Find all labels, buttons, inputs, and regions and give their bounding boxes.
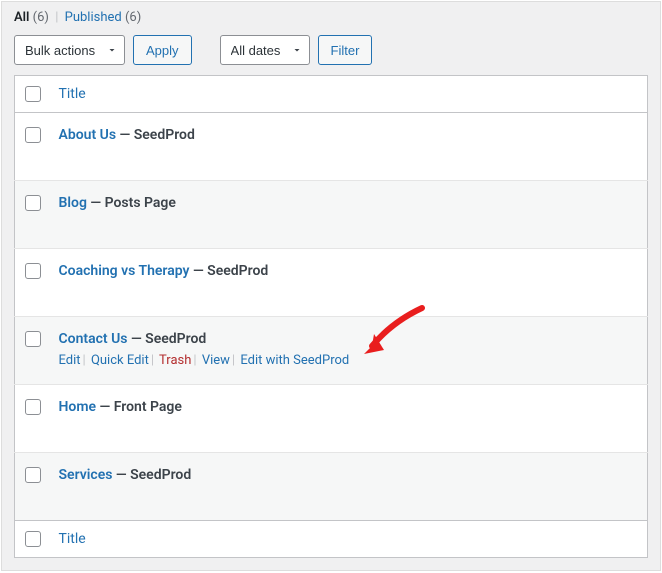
edit-with-seedprod-link[interactable]: Edit with SeedProd: [240, 353, 349, 368]
filter-published-label: Published: [65, 10, 122, 25]
pages-table: Title About Us — SeedProd Blog — Posts P…: [14, 75, 648, 558]
filter-all-label: All: [14, 10, 29, 25]
page-title-link[interactable]: About Us: [59, 127, 117, 143]
filter-links: All (6) | Published (6): [2, 2, 660, 31]
bulk-actions-select[interactable]: Bulk actions: [14, 35, 125, 65]
tablenav-top: Bulk actions Apply All dates Filter: [2, 31, 660, 75]
row-checkbox[interactable]: [25, 331, 41, 347]
column-title-header[interactable]: Title: [49, 76, 648, 113]
post-state: — SeedProd: [189, 263, 268, 279]
filter-published-count: (6): [125, 10, 141, 25]
post-state: — SeedProd: [116, 127, 195, 143]
trash-link[interactable]: Trash: [159, 353, 191, 368]
select-all-header: [15, 76, 49, 113]
apply-button[interactable]: Apply: [133, 35, 192, 65]
page-title-link[interactable]: Blog: [59, 195, 87, 211]
post-state: — SeedProd: [112, 467, 191, 483]
row-checkbox[interactable]: [25, 263, 41, 279]
view-link[interactable]: View: [202, 353, 230, 368]
select-all-checkbox-bottom[interactable]: [25, 531, 41, 547]
post-state: — Posts Page: [87, 195, 176, 211]
edit-link[interactable]: Edit: [59, 353, 81, 368]
table-row: Coaching vs Therapy — SeedProd: [15, 249, 648, 317]
row-actions: Edit| Quick Edit| Trash| View| Edit with…: [59, 353, 638, 368]
post-state: — SeedProd: [128, 331, 207, 347]
filter-all[interactable]: All (6): [14, 10, 52, 25]
date-filter-select[interactable]: All dates: [220, 35, 310, 65]
select-all-checkbox-top[interactable]: [25, 86, 41, 102]
select-all-footer: [15, 521, 49, 558]
column-title-link[interactable]: Title: [59, 86, 86, 102]
table-row: Home — Front Page: [15, 385, 648, 453]
page-title-link[interactable]: Coaching vs Therapy: [59, 263, 190, 279]
filter-button[interactable]: Filter: [318, 35, 373, 65]
table-row: Services — SeedProd: [15, 453, 648, 521]
table-row: Contact Us — SeedProd Edit| Quick Edit| …: [15, 317, 648, 385]
column-title-footer[interactable]: Title: [49, 521, 648, 558]
filter-all-count: (6): [33, 10, 49, 25]
column-title-link-footer[interactable]: Title: [59, 531, 86, 547]
page-title-link[interactable]: Contact Us: [59, 331, 128, 347]
post-state: — Front Page: [96, 399, 182, 415]
table-row: Blog — Posts Page: [15, 181, 648, 249]
page-title-link[interactable]: Home: [59, 399, 97, 415]
pages-list-panel: All (6) | Published (6) Bulk actions App…: [1, 1, 661, 571]
divider: |: [55, 10, 58, 25]
row-checkbox[interactable]: [25, 399, 41, 415]
row-checkbox[interactable]: [25, 127, 41, 143]
filter-published[interactable]: Published (6): [65, 10, 142, 25]
row-checkbox[interactable]: [25, 467, 41, 483]
row-checkbox[interactable]: [25, 195, 41, 211]
quick-edit-link[interactable]: Quick Edit: [91, 353, 149, 368]
table-row: About Us — SeedProd: [15, 113, 648, 181]
page-title-link[interactable]: Services: [59, 467, 113, 483]
